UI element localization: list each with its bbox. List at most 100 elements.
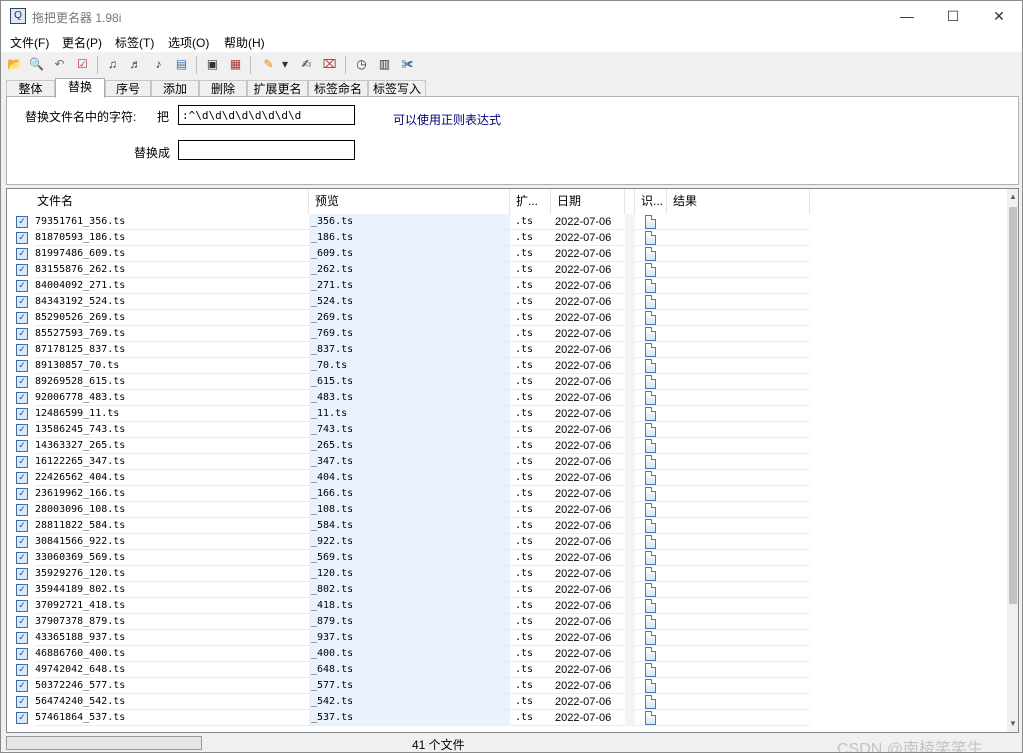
scroll-thumb[interactable] bbox=[1009, 207, 1017, 604]
table-row[interactable]: ✓ 79351761_356.ts _356.ts .ts 2022-07-06 bbox=[7, 214, 1007, 230]
table-row[interactable]: ✓ 85290526_269.ts _269.ts .ts 2022-07-06 bbox=[7, 310, 1007, 326]
row-checkbox[interactable]: ✓ bbox=[16, 696, 28, 708]
table-row[interactable]: ✓ 89269528_615.ts _615.ts .ts 2022-07-06 bbox=[7, 374, 1007, 390]
table-row[interactable]: ✓ 46886760_400.ts _400.ts .ts 2022-07-06 bbox=[7, 646, 1007, 662]
row-checkbox[interactable]: ✓ bbox=[16, 408, 28, 420]
document-icon[interactable]: ▣ bbox=[203, 55, 222, 74]
tag-music-icon[interactable]: ♫ bbox=[103, 55, 122, 74]
undo-icon[interactable]: ↶ bbox=[50, 55, 69, 74]
row-checkbox[interactable]: ✓ bbox=[16, 360, 28, 372]
row-checkbox[interactable]: ✓ bbox=[16, 312, 28, 324]
row-checkbox[interactable]: ✓ bbox=[16, 376, 28, 388]
row-checkbox[interactable]: ✓ bbox=[16, 472, 28, 484]
vertical-scrollbar[interactable]: ▲ ▼ bbox=[1007, 189, 1018, 732]
row-checkbox[interactable]: ✓ bbox=[16, 632, 28, 644]
row-checkbox[interactable]: ✓ bbox=[16, 296, 28, 308]
table-row[interactable]: ✓ 30841566_922.ts _922.ts .ts 2022-07-06 bbox=[7, 534, 1007, 550]
row-checkbox[interactable]: ✓ bbox=[16, 664, 28, 676]
row-checkbox[interactable]: ✓ bbox=[16, 440, 28, 452]
row-checkbox[interactable]: ✓ bbox=[16, 568, 28, 580]
table-row[interactable]: ✓ 37092721_418.ts _418.ts .ts 2022-07-06 bbox=[7, 598, 1007, 614]
report-icon[interactable]: ▦ bbox=[226, 55, 245, 74]
table-row[interactable]: ✓ 92006778_483.ts _483.ts .ts 2022-07-06 bbox=[7, 390, 1007, 406]
row-checkbox[interactable]: ✓ bbox=[16, 600, 28, 612]
column-preview[interactable]: 预览 bbox=[309, 189, 510, 214]
row-checkbox[interactable]: ✓ bbox=[16, 712, 28, 724]
dropdown-arrow-icon[interactable]: ▾ bbox=[279, 55, 291, 74]
table-row[interactable]: ✓ 57461864_537.ts _537.ts .ts 2022-07-06 bbox=[7, 710, 1007, 726]
row-checkbox[interactable]: ✓ bbox=[16, 520, 28, 532]
check-icon[interactable]: ☑ bbox=[73, 55, 92, 74]
table-row[interactable]: ✓ 87178125_837.ts _837.ts .ts 2022-07-06 bbox=[7, 342, 1007, 358]
tools-icon[interactable]: ✀ bbox=[398, 55, 417, 74]
open-folder-icon[interactable]: 📂 bbox=[5, 55, 24, 74]
table-row[interactable]: ✓ 56474240_542.ts _542.ts .ts 2022-07-06 bbox=[7, 694, 1007, 710]
table-row[interactable]: ✓ 28003096_108.ts _108.ts .ts 2022-07-06 bbox=[7, 502, 1007, 518]
menu-help[interactable]: 帮助(H) bbox=[224, 34, 265, 51]
column-result[interactable]: 结果 bbox=[667, 189, 810, 214]
close-button[interactable]: ✕ bbox=[976, 1, 1022, 31]
menu-options[interactable]: 选项(O) bbox=[168, 34, 209, 51]
tab-replace[interactable]: 替换 bbox=[55, 78, 105, 98]
table-row[interactable]: ✓ 89130857_70.ts _70.ts .ts 2022-07-06 bbox=[7, 358, 1007, 374]
tag-music-write-icon[interactable]: ♪ bbox=[149, 55, 168, 74]
row-checkbox[interactable]: ✓ bbox=[16, 280, 28, 292]
row-checkbox[interactable]: ✓ bbox=[16, 536, 28, 548]
menu-file[interactable]: 文件(F) bbox=[10, 34, 49, 51]
table-row[interactable]: ✓ 16122265_347.ts _347.ts .ts 2022-07-06 bbox=[7, 454, 1007, 470]
scroll-up-icon[interactable]: ▲ bbox=[1007, 189, 1018, 205]
maximize-button[interactable]: ☐ bbox=[930, 1, 976, 31]
row-checkbox[interactable]: ✓ bbox=[16, 216, 28, 228]
row-checkbox[interactable]: ✓ bbox=[16, 504, 28, 516]
scroll-down-icon[interactable]: ▼ bbox=[1007, 716, 1018, 732]
table-row[interactable]: ✓ 83155876_262.ts _262.ts .ts 2022-07-06 bbox=[7, 262, 1007, 278]
table-row[interactable]: ✓ 49742042_648.ts _648.ts .ts 2022-07-06 bbox=[7, 662, 1007, 678]
table-row[interactable]: ✓ 33060369_569.ts _569.ts .ts 2022-07-06 bbox=[7, 550, 1007, 566]
table-row[interactable]: ✓ 35929276_120.ts _120.ts .ts 2022-07-06 bbox=[7, 566, 1007, 582]
find-input[interactable] bbox=[178, 105, 355, 125]
table-row[interactable]: ✓ 84004092_271.ts _271.ts .ts 2022-07-06 bbox=[7, 278, 1007, 294]
row-checkbox[interactable]: ✓ bbox=[16, 648, 28, 660]
row-checkbox[interactable]: ✓ bbox=[16, 616, 28, 628]
table-row[interactable]: ✓ 84343192_524.ts _524.ts .ts 2022-07-06 bbox=[7, 294, 1007, 310]
search-icon[interactable]: 🔍 bbox=[27, 55, 46, 74]
clock-icon[interactable]: ◷ bbox=[352, 55, 371, 74]
row-checkbox[interactable]: ✓ bbox=[16, 328, 28, 340]
tag-music-edit-icon[interactable]: ♬ bbox=[126, 55, 145, 74]
table-row[interactable]: ✓ 81997486_609.ts _609.ts .ts 2022-07-06 bbox=[7, 246, 1007, 262]
row-checkbox[interactable]: ✓ bbox=[16, 264, 28, 276]
menu-tags[interactable]: 标签(T) bbox=[115, 34, 154, 51]
minimize-button[interactable]: — bbox=[884, 1, 930, 31]
rename-icon[interactable]: ✍ bbox=[297, 55, 316, 74]
table-row[interactable]: ✓ 81870593_186.ts _186.ts .ts 2022-07-06 bbox=[7, 230, 1007, 246]
row-checkbox[interactable]: ✓ bbox=[16, 456, 28, 468]
table-row[interactable]: ✓ 22426562_404.ts _404.ts .ts 2022-07-06 bbox=[7, 470, 1007, 486]
brush-icon[interactable]: ✎ bbox=[259, 55, 278, 74]
table-row[interactable]: ✓ 28811822_584.ts _584.ts .ts 2022-07-06 bbox=[7, 518, 1007, 534]
table-row[interactable]: ✓ 37907378_879.ts _879.ts .ts 2022-07-06 bbox=[7, 614, 1007, 630]
row-checkbox[interactable]: ✓ bbox=[16, 392, 28, 404]
row-checkbox[interactable]: ✓ bbox=[16, 488, 28, 500]
column-filename[interactable]: 文件名 bbox=[31, 189, 309, 214]
table-row[interactable]: ✓ 43365188_937.ts _937.ts .ts 2022-07-06 bbox=[7, 630, 1007, 646]
row-checkbox[interactable]: ✓ bbox=[16, 424, 28, 436]
column-identify[interactable]: 识... bbox=[635, 189, 667, 214]
replace-input[interactable] bbox=[178, 140, 355, 160]
row-checkbox[interactable]: ✓ bbox=[16, 680, 28, 692]
menu-rename[interactable]: 更名(P) bbox=[62, 34, 102, 51]
row-checkbox[interactable]: ✓ bbox=[16, 248, 28, 260]
row-checkbox[interactable]: ✓ bbox=[16, 344, 28, 356]
table-row[interactable]: ✓ 12486599_11.ts _11.ts .ts 2022-07-06 bbox=[7, 406, 1007, 422]
table-row[interactable]: ✓ 13586245_743.ts _743.ts .ts 2022-07-06 bbox=[7, 422, 1007, 438]
table-row[interactable]: ✓ 85527593_769.ts _769.ts .ts 2022-07-06 bbox=[7, 326, 1007, 342]
table-row[interactable]: ✓ 23619962_166.ts _166.ts .ts 2022-07-06 bbox=[7, 486, 1007, 502]
rename-clear-icon[interactable]: ⌧ bbox=[320, 55, 339, 74]
table-row[interactable]: ✓ 14363327_265.ts _265.ts .ts 2022-07-06 bbox=[7, 438, 1007, 454]
view-icon[interactable]: ▥ bbox=[375, 55, 394, 74]
table-row[interactable]: ✓ 50372246_577.ts _577.ts .ts 2022-07-06 bbox=[7, 678, 1007, 694]
column-extension[interactable]: 扩... bbox=[510, 189, 551, 214]
column-date[interactable]: 日期 bbox=[551, 189, 625, 214]
note-icon[interactable]: ▤ bbox=[172, 55, 191, 74]
row-checkbox[interactable]: ✓ bbox=[16, 552, 28, 564]
row-checkbox[interactable]: ✓ bbox=[16, 584, 28, 596]
